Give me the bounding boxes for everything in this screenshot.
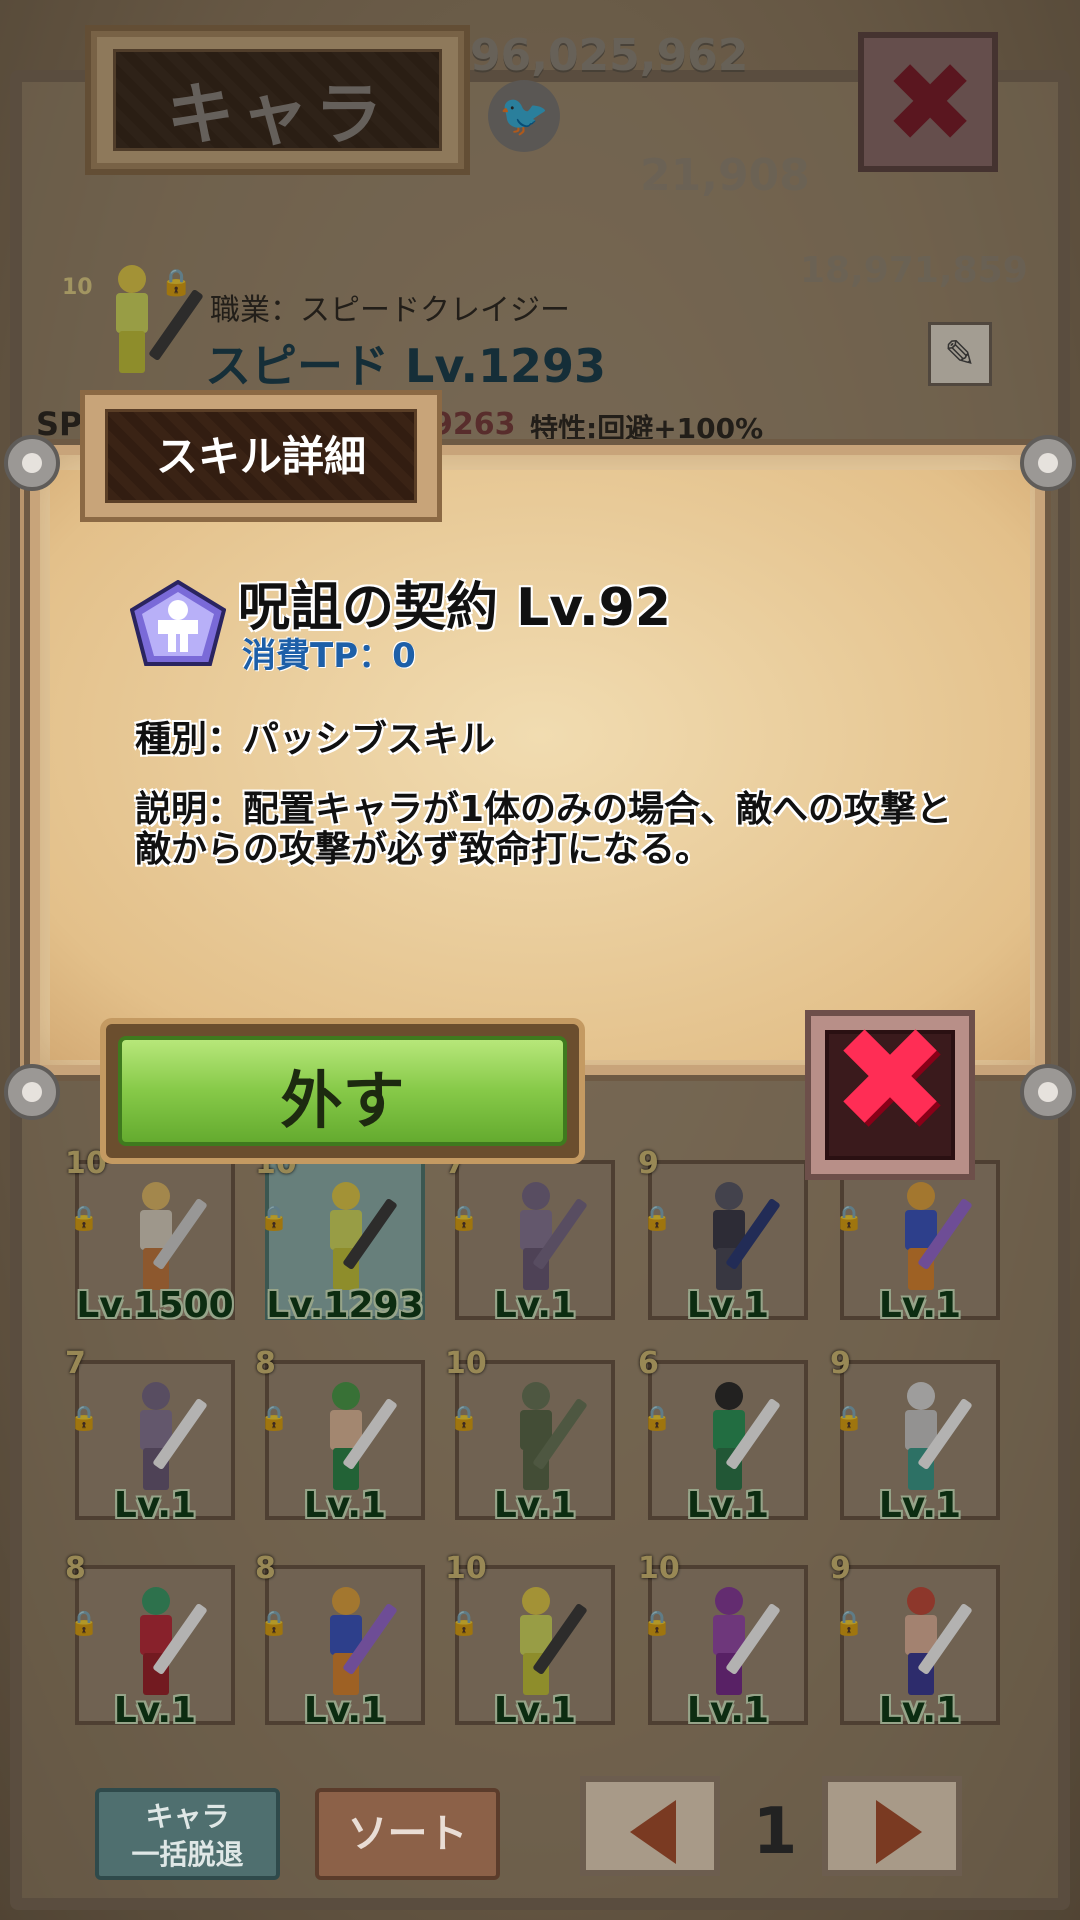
modal-close-button[interactable]: ✖ bbox=[805, 1010, 975, 1180]
skill-icon bbox=[129, 579, 227, 666]
modal-title: スキル詳細 bbox=[155, 432, 366, 481]
modal-tab: スキル詳細 bbox=[80, 390, 442, 522]
next-page-button[interactable] bbox=[822, 1776, 962, 1876]
close-icon: ✖ bbox=[831, 998, 949, 1161]
arrow-left-icon bbox=[630, 1800, 676, 1864]
bolt-icon bbox=[1020, 435, 1076, 491]
bulk-dismiss-button[interactable]: キャラ 一括脱退 bbox=[95, 1788, 280, 1880]
page-number: 1 bbox=[752, 1795, 798, 1869]
prev-page-button[interactable] bbox=[580, 1776, 720, 1876]
modal-paper bbox=[50, 470, 1030, 1060]
skill-description: 説明：配置キャラが1体のみの場合、敵への攻撃と敵からの攻撃が必ず致命打になる。 bbox=[135, 789, 953, 870]
remove-skill-button[interactable]: 外す bbox=[100, 1018, 585, 1164]
arrow-right-icon bbox=[876, 1800, 922, 1864]
bolt-icon bbox=[1020, 1064, 1076, 1120]
bolt-icon bbox=[4, 435, 60, 491]
bulk-label-1: キャラ bbox=[145, 1800, 230, 1833]
remove-label: 外す bbox=[280, 1064, 405, 1137]
bulk-label-2: 一括脱退 bbox=[131, 1838, 244, 1871]
tp-cost: 消費TP：0 bbox=[242, 636, 416, 676]
skill-type: 種別：パッシブスキル bbox=[135, 719, 496, 760]
bolt-icon bbox=[4, 1064, 60, 1120]
sort-button[interactable]: ソート bbox=[315, 1788, 500, 1880]
